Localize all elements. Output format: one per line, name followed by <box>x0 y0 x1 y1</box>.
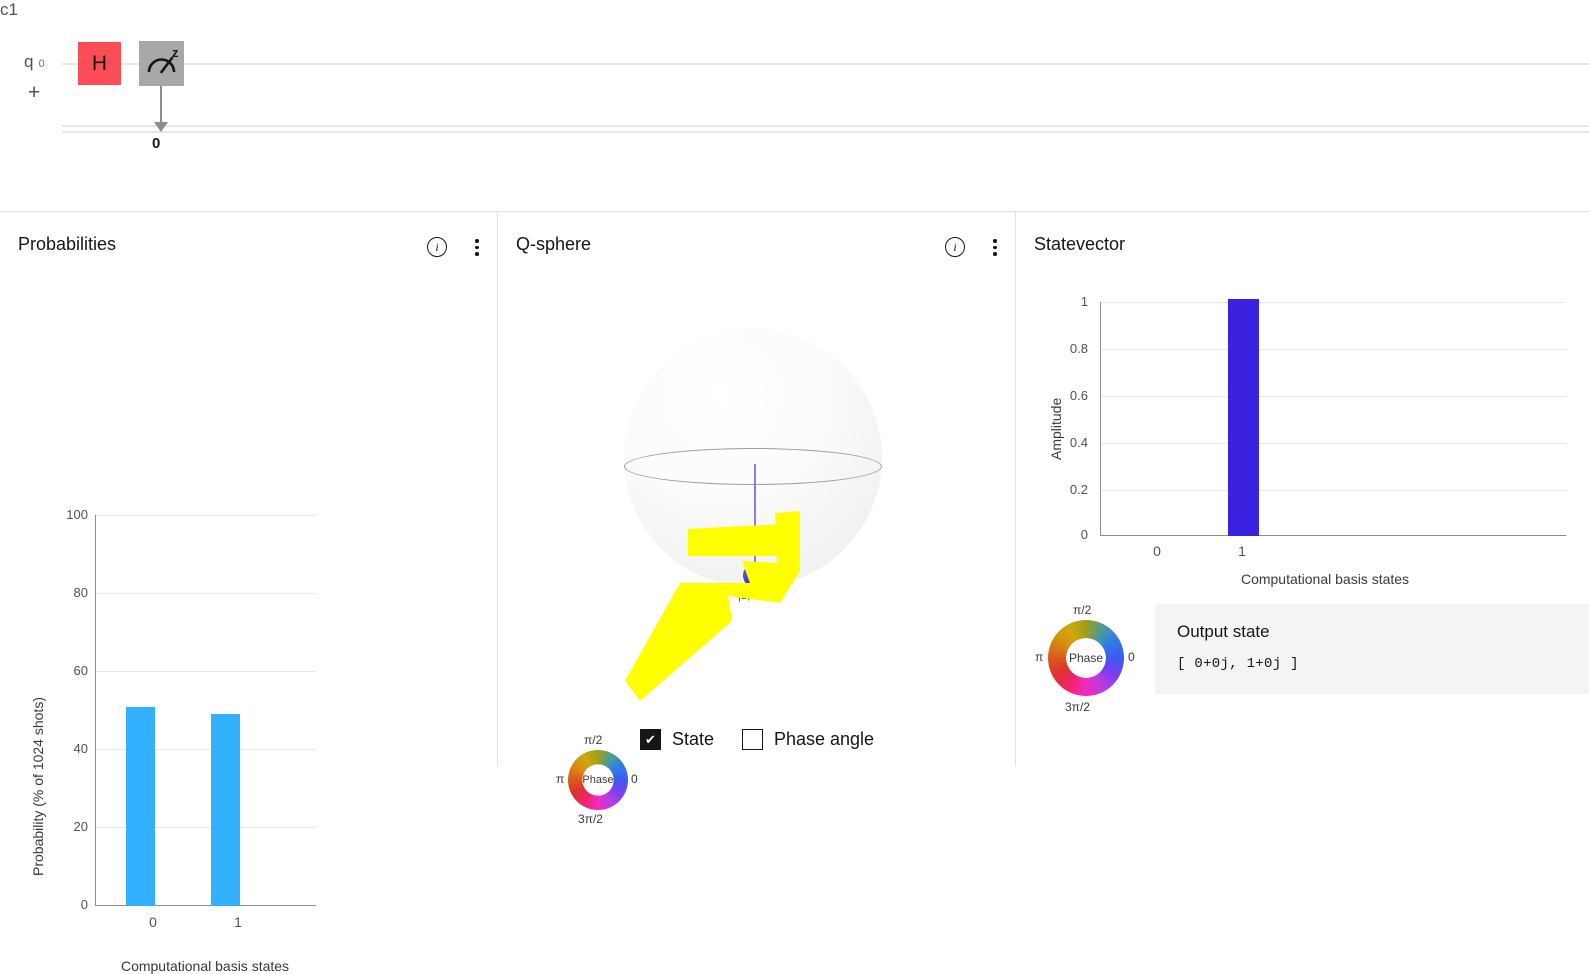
y-tick: 1 <box>1080 294 1088 309</box>
y-axis-title: Amplitude <box>1048 397 1064 460</box>
statevector-plot <box>1100 299 1566 536</box>
x-axis-title: Computational basis states <box>1240 571 1410 587</box>
phase-legend-left: π <box>556 772 565 786</box>
x-axis-title: Computational basis states <box>120 958 290 974</box>
x-tick: 1 <box>1238 543 1246 559</box>
output-state-value: [ 0+0j, 1+0j ] <box>1177 656 1299 672</box>
phase-legend-right: 0 <box>1128 650 1135 664</box>
phase-legend-left: π <box>1035 650 1044 664</box>
x-tick: 0 <box>149 914 157 930</box>
statevector-phase-legend: Phase π/2 0 π 3π/2 <box>1035 603 1135 714</box>
output-state-box: Output state [ 0+0j, 1+0j ] <box>1155 604 1589 694</box>
y-tick: 0.8 <box>1069 341 1088 356</box>
phase-legend-bottom: 3π/2 <box>578 812 603 826</box>
phase-legend-bottom: 3π/2 <box>1065 700 1090 714</box>
output-state-title: Output state <box>1177 622 1270 641</box>
y-tick: 20 <box>73 819 88 834</box>
x-tick: 0 <box>1153 543 1161 559</box>
phase-legend-right: 0 <box>631 772 638 786</box>
y-tick: 0 <box>1080 527 1088 542</box>
phase-legend-center: Phase <box>582 774 614 786</box>
phase-legend-center: Phase <box>1068 651 1104 665</box>
bar-amplitude-1[interactable] <box>1228 299 1259 536</box>
phase-legend-top: π/2 <box>1073 603 1092 617</box>
y-tick: 0 <box>80 897 88 912</box>
y-tick: 0.2 <box>1069 482 1088 497</box>
x-tick: 1 <box>234 914 242 930</box>
phase-color-wheel: Phase <box>1048 620 1124 696</box>
